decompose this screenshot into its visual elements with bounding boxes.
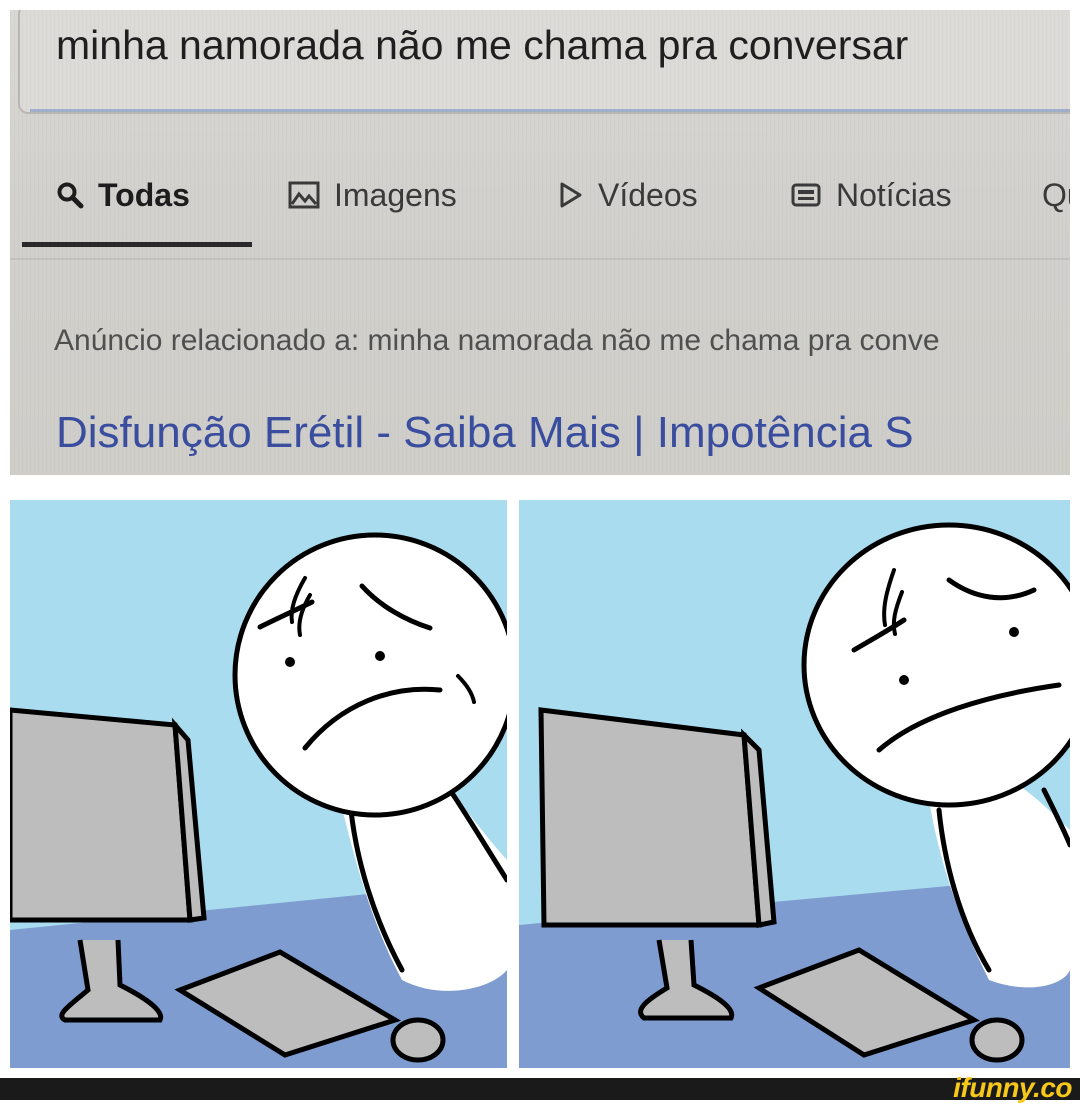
search-input[interactable]: minha namorada não me chama pra conversa… [18, 10, 1070, 114]
search-query-text: minha namorada não me chama pra conversa… [56, 22, 909, 68]
tab-videos-label: Vídeos [598, 176, 698, 213]
comic-panel-right [519, 500, 1070, 1068]
tab-news[interactable]: Notícias [790, 170, 952, 220]
sad-guy-at-computer-drawing [10, 532, 507, 1068]
ad-label: Anúncio relacionado a: minha namorada nã… [54, 324, 940, 357]
annoyed-guy-at-computer-drawing [519, 522, 1070, 1068]
tab-more[interactable]: Qu [1042, 170, 1070, 220]
tab-more-label: Qu [1042, 176, 1070, 213]
footer-bar: ifunny.co [0, 1072, 1080, 1103]
ifunny-logo: ifunny.co [953, 1072, 1072, 1103]
search-tabs: Todas Imagens Vídeos Notícias Q [10, 170, 1070, 250]
active-tab-indicator [22, 242, 252, 247]
search-icon [56, 181, 84, 209]
comic-panel-left [10, 500, 507, 1068]
tab-videos[interactable]: Vídeos [558, 170, 698, 220]
image-icon [288, 180, 320, 210]
ad-result-link[interactable]: Disfunção Erétil - Saiba Mais | Impotênc… [56, 408, 914, 458]
tab-images-label: Imagens [334, 176, 457, 213]
tabs-divider [10, 258, 1070, 260]
search-screenshot-photo: minha namorada não me chama pra conversa… [10, 10, 1070, 475]
play-icon [558, 181, 584, 209]
tab-news-label: Notícias [836, 176, 952, 213]
tab-all[interactable]: Todas [56, 170, 190, 220]
tab-images[interactable]: Imagens [288, 170, 457, 220]
newspaper-icon [790, 181, 822, 209]
tab-all-label: Todas [98, 176, 190, 213]
